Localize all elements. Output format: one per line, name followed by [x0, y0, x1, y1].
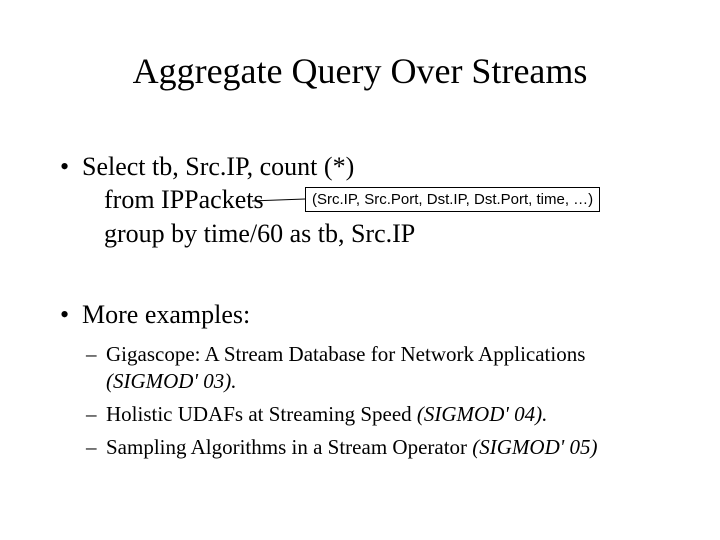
example-citation: (SIGMOD' 05)	[472, 435, 597, 459]
schema-callout: (Src.IP, Src.Port, Dst.IP, Dst.Port, tim…	[305, 187, 600, 212]
bullet-more-examples: • More examples:	[60, 298, 680, 331]
dash-icon: –	[86, 401, 97, 428]
dash-icon: –	[86, 434, 97, 461]
example-text: Sampling Algorithms in a Stream Operator	[106, 435, 472, 459]
slide-title: Aggregate Query Over Streams	[0, 50, 720, 92]
more-examples-label: More examples:	[82, 300, 250, 329]
bullet-icon: •	[60, 298, 69, 331]
dash-icon: –	[86, 341, 97, 368]
example-item-3: – Sampling Algorithms in a Stream Operat…	[60, 434, 680, 461]
example-item-2: – Holistic UDAFs at Streaming Speed (SIG…	[60, 401, 680, 428]
example-citation: (SIGMOD' 03).	[106, 369, 236, 393]
bullet-icon: •	[60, 150, 69, 183]
example-citation: (SIGMOD' 04).	[417, 402, 547, 426]
example-text: Gigascope: A Stream Database for Network…	[106, 342, 585, 366]
example-item-1: – Gigascope: A Stream Database for Netwo…	[60, 341, 680, 395]
slide: Aggregate Query Over Streams • Select tb…	[0, 0, 720, 540]
query-line-1: Select tb, Src.IP, count (*)	[82, 150, 680, 183]
example-text: Holistic UDAFs at Streaming Speed	[106, 402, 417, 426]
query-line-3: group by time/60 as tb, Src.IP	[82, 217, 680, 250]
